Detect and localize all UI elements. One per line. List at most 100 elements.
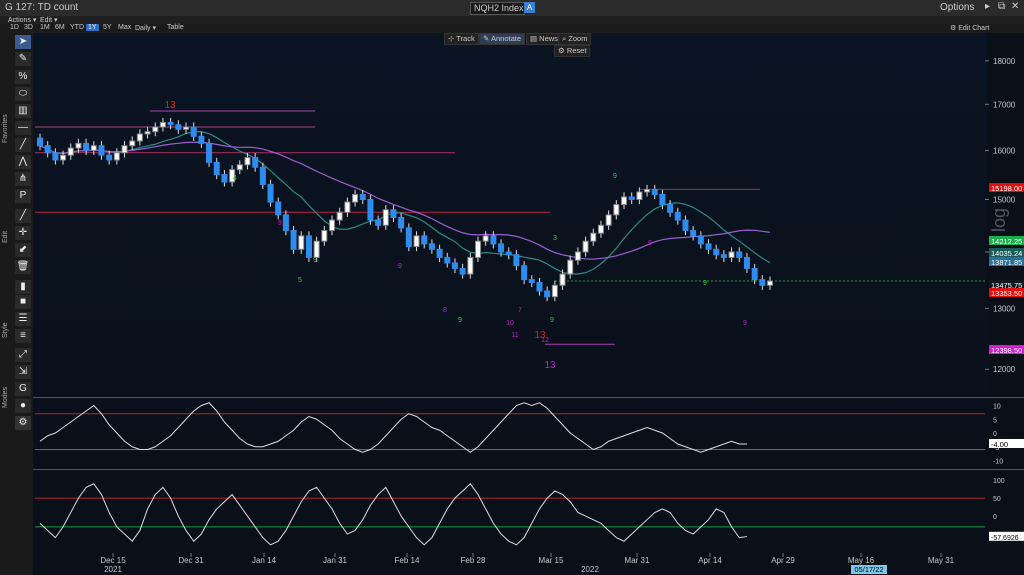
candle-body <box>621 196 627 206</box>
candle-body <box>252 157 259 168</box>
candle-body <box>329 219 335 232</box>
candle-body <box>736 251 743 258</box>
log-watermark: log <box>989 208 1009 232</box>
date-tick-label: Mar 31 <box>625 556 650 565</box>
price-tick-label: 17000 <box>993 100 1016 109</box>
candle-body <box>221 174 228 183</box>
td-count-label: 9 <box>648 240 652 247</box>
date-tick-label: Mar 15 <box>539 556 564 565</box>
candle-body <box>467 256 474 275</box>
candle-body <box>390 209 397 218</box>
date-tick-label: Dec 15 <box>100 556 126 565</box>
candle-body <box>505 251 512 256</box>
candle-body <box>574 251 581 261</box>
candle-body <box>613 204 620 216</box>
zoom-label: Zoom <box>568 34 588 43</box>
td-count-label: 12 <box>541 337 549 344</box>
zoom-button[interactable]: ⌕ Zoom <box>558 33 592 45</box>
candle-body <box>367 199 374 221</box>
candle-body <box>259 166 266 185</box>
candle-body <box>482 235 489 242</box>
candle-body <box>67 147 74 156</box>
candle-body <box>513 254 520 267</box>
candle-body <box>98 145 105 156</box>
candle-body <box>590 232 597 242</box>
candle-body <box>90 145 97 151</box>
candle-body <box>144 131 151 135</box>
candle-body <box>720 254 727 258</box>
date-tick-label: May 31 <box>928 556 955 565</box>
reset-button[interactable]: ⚙ Reset <box>554 45 591 57</box>
price-tick-label: 12000 <box>993 365 1016 374</box>
candle-body <box>198 135 205 144</box>
date-tick-label: Apr 29 <box>771 556 795 565</box>
price-tick-label: 15000 <box>993 196 1016 205</box>
osc1-tick-label: 0 <box>993 431 997 438</box>
td-count-label: 9 <box>613 173 617 180</box>
td-count-label: 5 <box>298 277 302 284</box>
candle-body <box>313 240 320 258</box>
oscillator2-line <box>39 483 748 546</box>
osc1-tick-label: 5 <box>993 417 997 424</box>
td-count-label: 9 <box>313 257 317 264</box>
candle-body <box>344 201 351 213</box>
candle-body <box>544 290 551 298</box>
candle-body <box>359 193 366 201</box>
panel-divider[interactable] <box>33 469 1024 470</box>
td-count-label: 11 <box>511 332 518 339</box>
td-count-label: 9 <box>703 280 707 287</box>
price-tag-label: 14035.24 <box>991 249 1022 258</box>
candle-body <box>236 164 243 171</box>
candle-body <box>659 193 666 206</box>
candle-body <box>167 121 174 126</box>
candle-body <box>113 152 120 161</box>
date-tick-label: Jan 14 <box>252 556 277 565</box>
price-tag-label: 13353.50 <box>991 289 1022 298</box>
candle-body <box>536 281 543 292</box>
chart-canvas: log1800017000160001500014000130001200013… <box>35 57 1024 574</box>
candle-body <box>183 126 189 130</box>
td-count-label: 10 <box>506 320 514 327</box>
price-tag-label: 13871.85 <box>991 258 1022 267</box>
annotate-button[interactable]: ✎ Annotate <box>479 33 525 45</box>
candle-body <box>651 188 658 195</box>
candle-body <box>528 279 535 283</box>
track-button[interactable]: ⊹ Track <box>444 33 479 45</box>
news-label: News <box>539 34 558 43</box>
td-count-label: 8 <box>443 307 447 314</box>
candle-body <box>697 235 704 245</box>
candle-body <box>121 145 128 154</box>
osc1-tag-label: -4.00 <box>991 440 1008 449</box>
td-count-label: 9 <box>398 263 402 270</box>
candle-body <box>767 280 773 286</box>
candle-body <box>37 137 43 147</box>
oscillator1-line <box>39 402 747 453</box>
news-button[interactable]: ▤ News <box>526 33 562 45</box>
candle-body <box>275 201 282 216</box>
candle-body <box>375 219 382 226</box>
candle-body <box>559 273 566 286</box>
candle-body <box>444 256 451 264</box>
candle-body <box>106 154 113 161</box>
panel-divider[interactable] <box>33 397 1024 398</box>
candle-body <box>451 262 458 269</box>
price-tick-label: 13000 <box>993 304 1016 313</box>
candle-body <box>759 279 766 286</box>
candle-body <box>152 126 159 133</box>
candle-body <box>213 161 220 176</box>
osc2-tick-label: 100 <box>993 478 1005 485</box>
candle-body <box>398 216 405 229</box>
candle-body <box>728 251 735 258</box>
osc1-tick-label: 10 <box>993 404 1001 411</box>
osc2-tag-label: -57.6926 <box>991 535 1019 542</box>
candle-body <box>743 256 750 269</box>
candle-body <box>321 230 328 242</box>
candle-body <box>459 267 466 275</box>
candle-body <box>551 284 558 298</box>
td-count-label: 9 <box>550 317 554 324</box>
date-tick-label: Dec 31 <box>178 556 204 565</box>
reset-label: Reset <box>566 46 587 55</box>
candle-body <box>413 235 420 248</box>
track-label: Track <box>456 34 475 43</box>
td-count-label: 4 <box>233 175 237 182</box>
